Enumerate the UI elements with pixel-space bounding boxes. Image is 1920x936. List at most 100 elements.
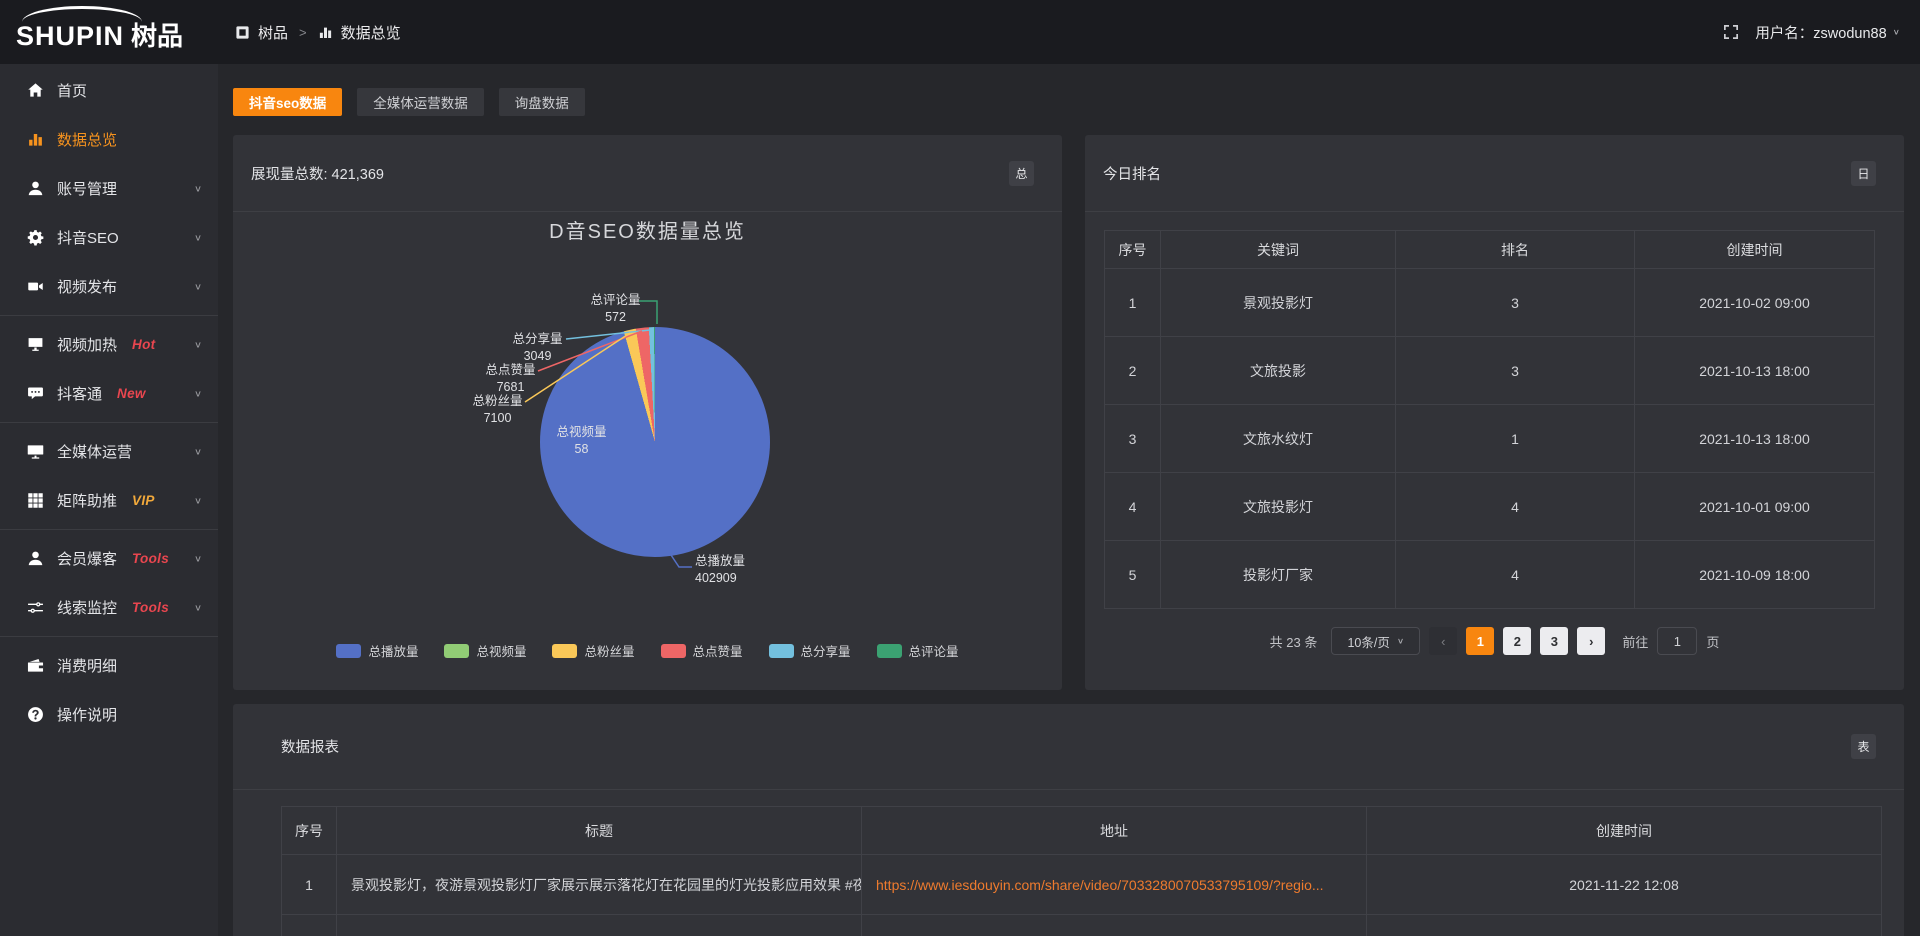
chevron-down-icon: ∨ <box>194 602 202 612</box>
breadcrumb-current: 数据总览 <box>341 22 401 43</box>
screen-icon <box>27 336 44 353</box>
cell-title: 景观投影灯，夜游景观投影灯厂家展示展示落花灯在花园里的灯光投影应用效果 #夜游 <box>337 855 862 915</box>
sidebar-item[interactable]: 会员爆客 Tools ∨ <box>0 534 218 583</box>
cell-created: 2021-10-01 09:00 <box>1635 473 1875 541</box>
goto-label: 前往 <box>1622 632 1648 651</box>
sidebar-item[interactable]: 首页 ∨ <box>0 66 218 115</box>
tab[interactable]: 抖音seo数据 <box>233 88 342 116</box>
sidebar-item[interactable]: ∨ <box>0 315 218 316</box>
table-header-row: 序号 标题 地址 创建时间 <box>282 807 1882 855</box>
sidebar-item[interactable]: 消费明细 ∨ <box>0 641 218 690</box>
pie-label-videos: 总视频量58 <box>539 424 624 458</box>
logo-text-en: SHUPIN <box>16 21 124 51</box>
chevron-down-icon: ∨ <box>1397 637 1404 646</box>
logo-text-cn: 树品 <box>131 21 183 51</box>
sidebar-item[interactable]: 线索监控 Tools ∨ <box>0 583 218 632</box>
legend-item[interactable]: 总点赞量 <box>661 641 743 660</box>
sliders-icon <box>27 599 44 616</box>
pie-label-comments: 总评论量572 <box>573 292 658 326</box>
total-badge-button[interactable]: 总 <box>1009 161 1034 186</box>
sidebar-item[interactable]: 数据总览 ∨ <box>0 115 218 164</box>
sidebar-item-label: 矩阵助推 <box>57 490 117 511</box>
sidebar-item[interactable]: 视频发布 ∨ <box>0 262 218 311</box>
sidebar-item[interactable]: 抖音SEO ∨ <box>0 213 218 262</box>
page-number-button[interactable]: 1 <box>1466 627 1494 655</box>
pie-chart-title: D音SEO数据量总览 <box>233 215 1062 244</box>
sidebar-item[interactable]: 视频加热 Hot ∨ <box>0 320 218 369</box>
legend-item[interactable]: 总评论量 <box>877 641 959 660</box>
sidebar-item-badge: Tools <box>132 600 169 615</box>
legend-swatch <box>769 644 794 658</box>
legend-item[interactable]: 总播放量 <box>336 641 418 660</box>
chevron-down-icon: ∨ <box>194 388 202 398</box>
ranking-panel-title: 今日排名 <box>1103 163 1161 184</box>
username-label: 用户名：zswodun88 <box>1755 22 1886 43</box>
sidebar-item[interactable]: ∨ <box>0 422 218 423</box>
tab[interactable]: 全媒体运营数据 <box>357 88 484 116</box>
report-panel-title: 数据报表 <box>281 736 339 757</box>
cell-no: 5 <box>1105 541 1161 609</box>
pie-label-likes: 总点赞量7681 <box>468 362 553 396</box>
col-created: 创建时间 <box>1635 231 1875 269</box>
breadcrumb-current-icon <box>318 25 333 40</box>
table-badge-button[interactable]: 表 <box>1851 734 1876 759</box>
cell-created: 2021-11-22 12:08 <box>1367 855 1882 915</box>
grid-icon <box>27 492 44 509</box>
legend-label: 总视频量 <box>476 641 526 660</box>
sidebar-item[interactable]: ∨ <box>0 529 218 530</box>
next-page-button[interactable]: › <box>1577 627 1605 655</box>
goto-unit: 页 <box>1706 632 1719 651</box>
legend-label: 总播放量 <box>368 641 418 660</box>
cell-no: 2 <box>1105 337 1161 405</box>
sidebar-item-badge: Tools <box>132 551 169 566</box>
chevron-down-icon: ∨ <box>194 495 202 505</box>
user-menu[interactable]: 用户名：zswodun88 ∨ <box>1755 22 1900 43</box>
sidebar-item-label: 抖音SEO <box>57 227 119 248</box>
data-report-panel: 数据报表 表 序号 标题 地址 创建时间 1 景观投影灯，夜游景观投影灯厂家展示… <box>233 704 1904 936</box>
monitor-icon <box>27 443 44 460</box>
legend-item[interactable]: 总分享量 <box>769 641 851 660</box>
video-camera-icon <box>27 278 44 295</box>
col-no: 序号 <box>1105 231 1161 269</box>
sidebar-item-label: 视频加热 <box>57 334 117 355</box>
page-number-button[interactable]: 3 <box>1540 627 1568 655</box>
sidebar-item[interactable]: 账号管理 ∨ <box>0 164 218 213</box>
col-keyword: 关键词 <box>1161 231 1396 269</box>
chevron-down-icon: ∨ <box>194 232 202 242</box>
tab[interactable]: 询盘数据 <box>499 88 585 116</box>
goto-page-input[interactable] <box>1657 627 1697 655</box>
prev-page-button[interactable]: ‹ <box>1429 627 1457 655</box>
sidebar-item[interactable]: 操作说明 ∨ <box>0 690 218 739</box>
sidebar-item[interactable]: 矩阵助推 VIP ∨ <box>0 476 218 525</box>
cell-created: 2021-10-13 18:00 <box>1635 337 1875 405</box>
legend-label: 总粉丝量 <box>584 641 634 660</box>
cell-keyword: 投影灯厂家 <box>1161 541 1396 609</box>
cell-keyword: 景观投影灯 <box>1161 269 1396 337</box>
report-table: 序号 标题 地址 创建时间 1 景观投影灯，夜游景观投影灯厂家展示展示落花灯在花… <box>281 806 1882 936</box>
table-row: 5 投影灯厂家 4 2021-10-09 18:00 <box>1105 541 1875 609</box>
col-title: 标题 <box>337 807 862 855</box>
legend-item[interactable]: 总视频量 <box>444 641 526 660</box>
sidebar-item-label: 会员爆客 <box>57 548 117 569</box>
fullscreen-icon[interactable] <box>1723 24 1739 40</box>
video-link[interactable]: https://www.iesdouyin.com/share/video/70… <box>876 877 1324 893</box>
table-row: 1 景观投影灯，夜游景观投影灯厂家展示展示落花灯在花园里的灯光投影应用效果 #夜… <box>282 855 1882 915</box>
sidebar-item[interactable]: ∨ <box>0 636 218 637</box>
sidebar-item[interactable]: 抖客通 New ∨ <box>0 369 218 418</box>
col-no: 序号 <box>282 807 337 855</box>
cell-rank: 3 <box>1396 337 1635 405</box>
pagination: 共 23 条 10条/页 ∨ ‹ 1 2 3 › 前往 页 <box>1085 627 1904 655</box>
page-size-select[interactable]: 10条/页 ∨ <box>1331 627 1420 655</box>
sidebar-item-label: 操作说明 <box>57 704 117 725</box>
page-number-button[interactable]: 2 <box>1503 627 1531 655</box>
chat-icon <box>27 385 44 402</box>
sidebar-item[interactable]: 全媒体运营 ∨ <box>0 427 218 476</box>
day-badge-button[interactable]: 日 <box>1851 161 1876 186</box>
legend-label: 总分享量 <box>801 641 851 660</box>
legend-swatch <box>444 644 469 658</box>
table-row: 2 文旅投影 3 2021-10-13 18:00 <box>1105 337 1875 405</box>
legend-item[interactable]: 总粉丝量 <box>552 641 634 660</box>
sidebar-item-badge: New <box>117 386 146 401</box>
breadcrumb-root[interactable]: 树品 <box>258 22 288 43</box>
cell-keyword: 文旅水纹灯 <box>1161 405 1396 473</box>
